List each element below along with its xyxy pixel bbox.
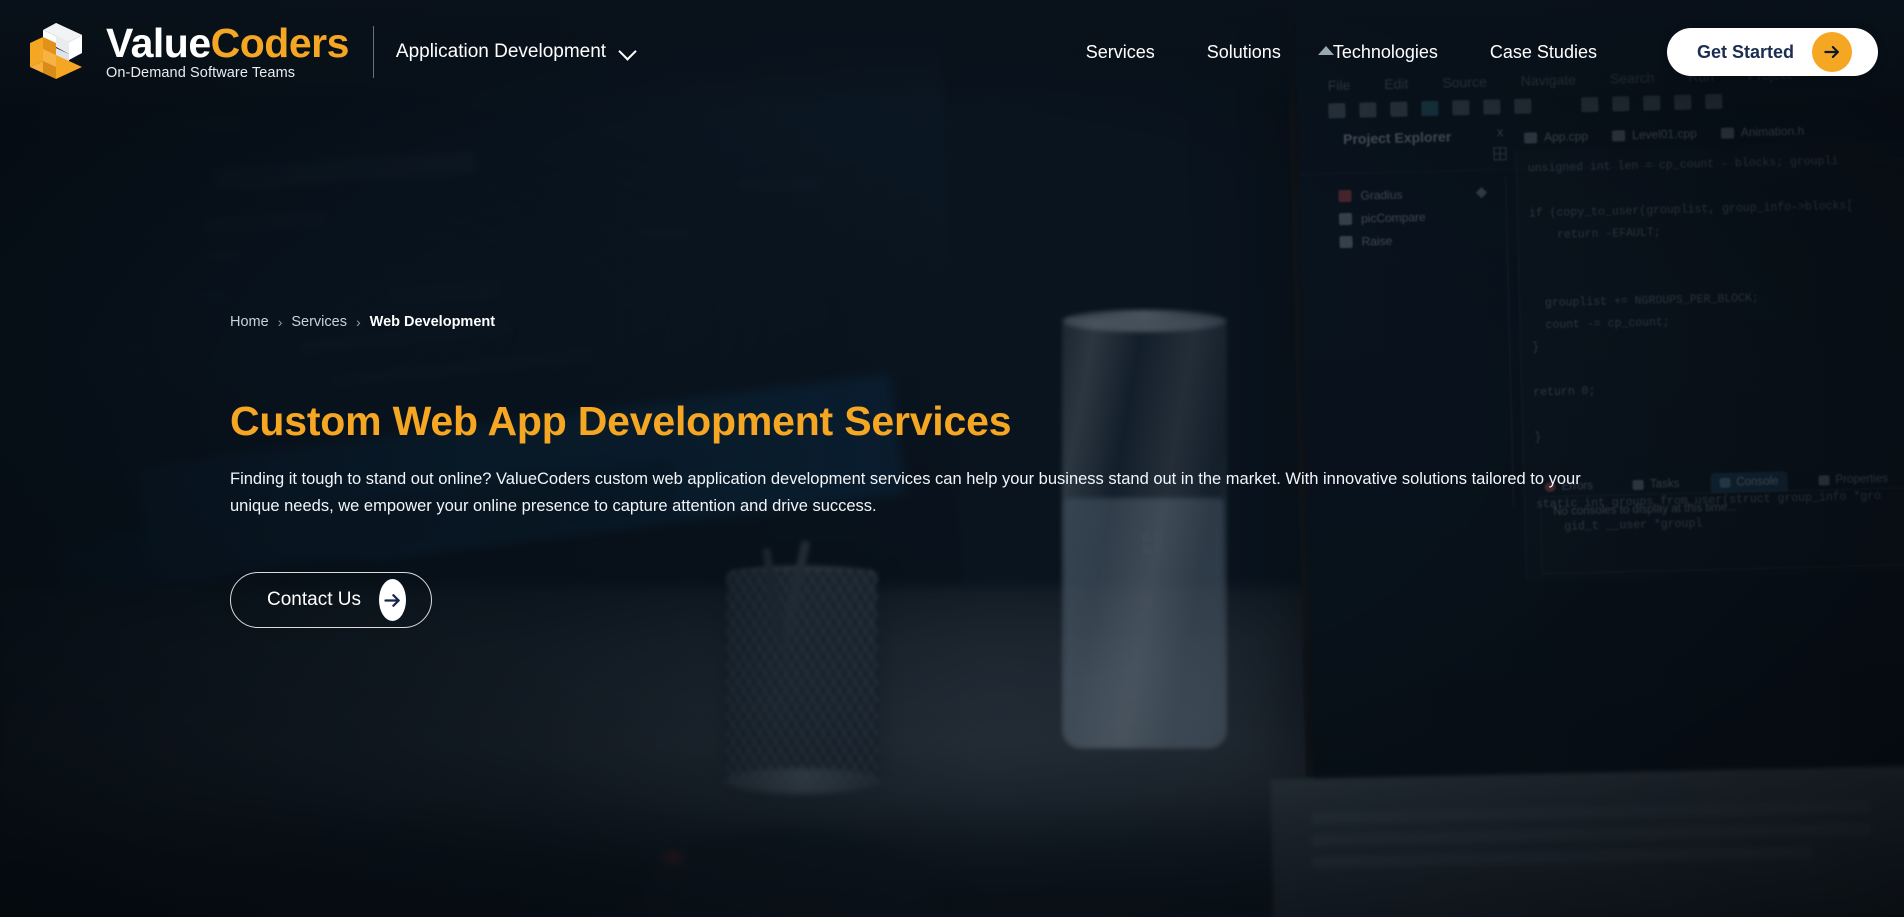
nav-item-case-studies[interactable]: Case Studies [1464,42,1623,63]
contact-us-button[interactable]: Contact Us [230,572,432,628]
breadcrumb-item-current: Web Development [369,314,496,330]
nav-label: Solutions [1206,41,1281,62]
valuecoders-cube-logo [26,21,92,83]
brand-logo-link[interactable]: ValueCoders On-Demand Software Teams [26,21,349,83]
get-started-button[interactable]: Get Started [1666,28,1878,76]
section-selector[interactable]: Application Development [396,41,636,63]
get-started-label: Get Started [1696,41,1794,62]
brand-tagline: On-Demand Software Teams [106,65,296,82]
main-navigation: Services Solutions Technologies Case Stu… [1060,28,1904,76]
chevron-down-icon [620,44,636,60]
dropdown-caret-icon [1317,45,1334,55]
page-root: Vu File Edit Source Navigate Search Run … [0,0,1904,917]
nav-item-services[interactable]: Services [1060,42,1181,63]
brand-wordmark: ValueCoders On-Demand Software Teams [106,19,350,82]
breadcrumb-item-services[interactable]: Services [291,314,347,330]
nav-label: Services [1085,41,1155,62]
arrow-right-icon [378,579,406,621]
contact-us-label: Contact Us [267,589,361,610]
hero-vignette [0,0,1904,917]
brand-name-coders: Coders [210,19,350,66]
section-selector-label: Application Development [395,41,607,62]
nav-label: Technologies [1332,41,1438,62]
breadcrumb-item-home[interactable]: Home [230,314,269,330]
breadcrumb-separator: › [277,314,283,330]
hero-background-photo: Vu File Edit Source Navigate Search Run … [0,0,1904,917]
arrow-right-icon [1812,32,1852,72]
page-title: Custom Web App Development Services [230,398,1012,444]
nav-item-technologies[interactable]: Technologies [1307,42,1464,63]
nav-label: Case Studies [1489,41,1597,62]
breadcrumb-separator: › [355,314,361,330]
hero-description: Finding it tough to stand out online? Va… [230,470,1581,515]
header-divider [372,26,374,78]
nav-item-solutions[interactable]: Solutions [1181,42,1307,63]
breadcrumb: Home › Services › Web Development [230,314,495,330]
site-header: ValueCoders On-Demand Software Teams App… [0,0,1904,104]
brand-name-value: Value [106,19,211,66]
